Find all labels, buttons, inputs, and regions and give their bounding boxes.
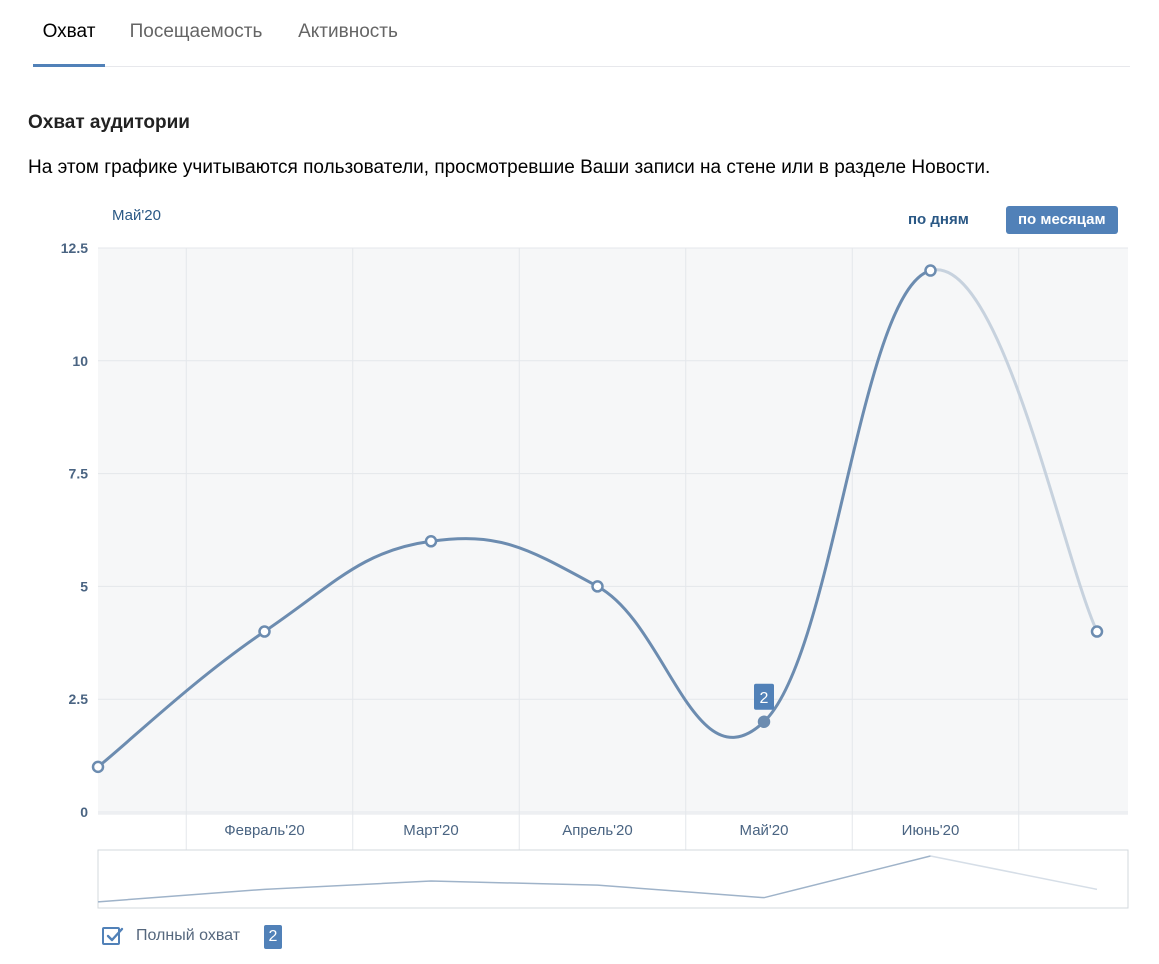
x-tick-label: Апрель'20 [562, 822, 632, 839]
data-point [924, 264, 937, 277]
legend-checkbox[interactable] [102, 927, 124, 945]
legend-label[interactable]: Полный охват [136, 927, 240, 945]
data-point [424, 535, 438, 548]
y-tick-label: 7.5 [69, 466, 89, 482]
x-tick-label: Февраль'20 [224, 822, 305, 839]
x-tick-label: Март'20 [403, 822, 458, 839]
data-point [1090, 625, 1104, 638]
checkbox-check-icon [106, 927, 124, 942]
y-tick-label: 10 [72, 353, 88, 369]
y-tick-label: 12.5 [61, 240, 88, 256]
data-point [258, 625, 271, 638]
plot-background [98, 248, 1128, 850]
reach-chart: 0 2.5 5 7.5 10 12.5 Февраль'20 Март'20 Апрель'20… [61, 240, 1129, 909]
data-point [591, 580, 604, 593]
x-tick-label: Май'20 [740, 822, 789, 839]
y-tick-label: 2.5 [69, 691, 89, 707]
point-value-label: 2 [760, 690, 769, 707]
y-tick-label: 5 [80, 578, 88, 594]
y-tick-label: 0 [80, 804, 88, 820]
legend-value-badge: 2 [264, 925, 282, 949]
data-point-highlight [757, 715, 771, 729]
data-point [91, 760, 105, 774]
navigator [97, 849, 1129, 909]
x-tick-label: Июнь'20 [902, 822, 960, 839]
